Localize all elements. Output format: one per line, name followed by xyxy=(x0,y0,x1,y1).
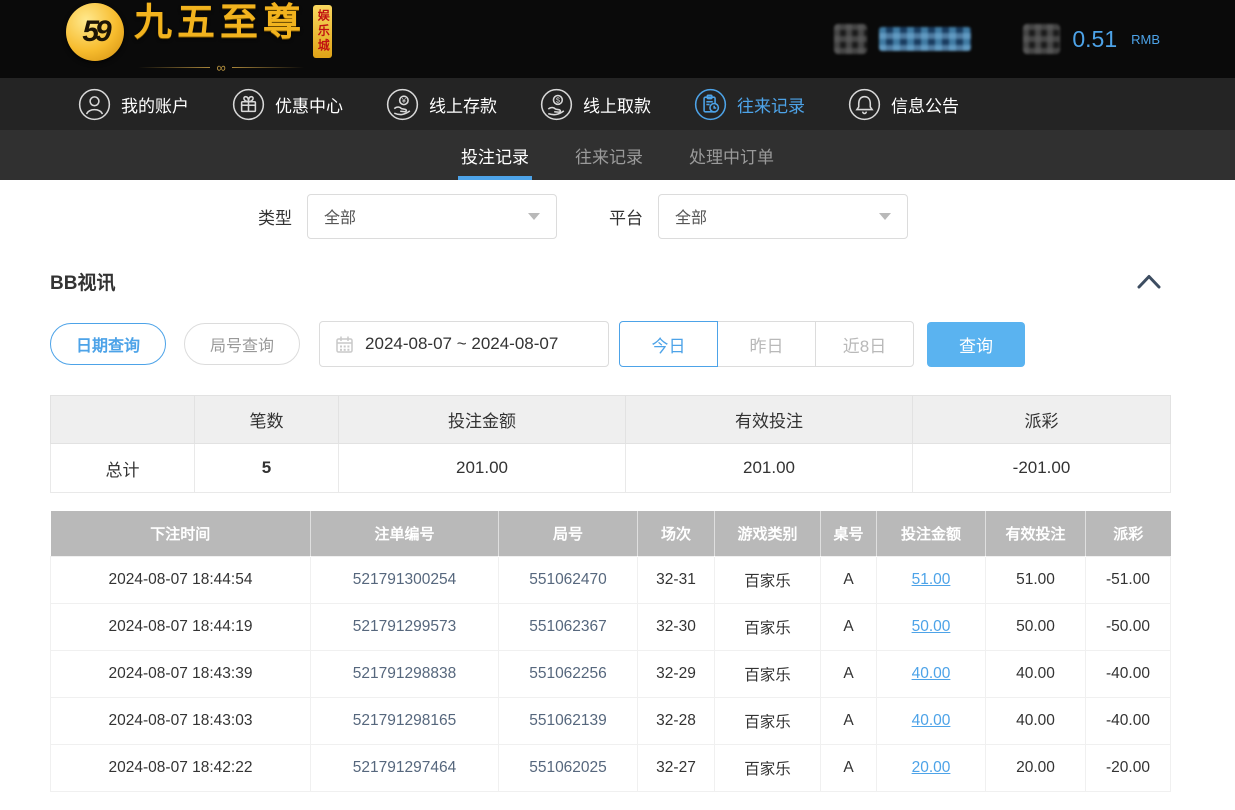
last-8-days-button[interactable]: 近8日 xyxy=(815,321,914,367)
main-nav: 我的账户 优惠中心 ¥ 线上存款 $ 线上取款 往来记录 信息公告 xyxy=(0,78,1235,130)
tab-transaction-records[interactable]: 往来记录 xyxy=(573,130,645,180)
records-icon xyxy=(694,88,727,121)
col-header-payout: 派彩 xyxy=(1086,511,1171,556)
filter-row: 类型 全部 平台 全部 xyxy=(258,193,1235,239)
summary-header-count: 笔数 xyxy=(195,396,339,444)
balance-amount: 0.51 xyxy=(1072,26,1117,53)
gift-icon xyxy=(232,88,265,121)
summary-table: 笔数 投注金额 有效投注 派彩 总计 5 201.00 201.00 -201.… xyxy=(50,395,1171,493)
col-header-round-id: 局号 xyxy=(499,511,638,556)
nav-item-announcements[interactable]: 信息公告 xyxy=(848,88,959,121)
summary-header-row: 笔数 投注金额 有效投注 派彩 xyxy=(51,396,1171,444)
summary-payout: -201.00 xyxy=(913,444,1171,493)
deposit-icon: ¥ xyxy=(386,88,419,121)
chevron-down-icon xyxy=(879,213,891,220)
bet-amount-link[interactable]: 20.00 xyxy=(912,759,951,776)
col-header-session: 场次 xyxy=(638,511,715,556)
collapse-chevron-up-icon[interactable] xyxy=(1137,274,1161,289)
quick-date-group: 今日 昨日 近8日 xyxy=(619,321,914,367)
bet-amount-link[interactable]: 50.00 xyxy=(912,618,951,635)
summary-total-label: 总计 xyxy=(51,444,195,493)
col-header-time: 下注时间 xyxy=(51,511,311,556)
records-header-row: 下注时间 注单编号 局号 场次 游戏类别 桌号 投注金额 有效投注 派彩 xyxy=(51,511,1171,556)
svg-text:$: $ xyxy=(556,95,560,104)
col-header-game: 游戏类别 xyxy=(715,511,821,556)
summary-total-row: 总计 5 201.00 201.00 -201.00 xyxy=(51,444,1171,493)
bell-icon xyxy=(848,88,881,121)
summary-header-empty xyxy=(51,396,195,444)
date-range-input[interactable]: 2024-08-07 ~ 2024-08-07 xyxy=(319,321,609,367)
nav-item-records[interactable]: 往来记录 xyxy=(694,88,805,121)
records-table: 下注时间 注单编号 局号 场次 游戏类别 桌号 投注金额 有效投注 派彩 202… xyxy=(50,511,1171,792)
table-row: 2024-08-07 18:43:39 521791298838 5510622… xyxy=(51,650,1171,697)
balance-display[interactable]: 0.51 RMB xyxy=(1023,24,1160,54)
summary-header-payout: 派彩 xyxy=(913,396,1171,444)
type-filter-label: 类型 xyxy=(258,204,292,229)
summary-valid-bet: 201.00 xyxy=(626,444,913,493)
bet-amount-link[interactable]: 40.00 xyxy=(912,665,951,682)
platform-filter-label: 平台 xyxy=(609,204,643,229)
site-logo[interactable]: 59 九五至尊 娱乐城 ∞ xyxy=(66,3,332,75)
username-redacted xyxy=(879,27,971,51)
withdraw-icon: $ xyxy=(540,88,573,121)
user-icon xyxy=(78,88,111,121)
col-header-bet-id: 注单编号 xyxy=(311,511,499,556)
nav-item-withdraw[interactable]: $ 线上取款 xyxy=(540,88,651,121)
top-header: 59 九五至尊 娱乐城 ∞ 0.51 RMB xyxy=(0,0,1235,78)
search-button[interactable]: 查询 xyxy=(927,322,1025,367)
wallet-icon xyxy=(1023,24,1060,54)
summary-count: 5 xyxy=(195,444,339,493)
logo-flourish-icon: ∞ xyxy=(138,60,304,75)
brand-name: 九五至尊 xyxy=(134,3,306,45)
summary-header-valid-bet: 有效投注 xyxy=(626,396,913,444)
record-tabs: 投注记录 往来记录 处理中订单 xyxy=(0,130,1235,180)
platform-select[interactable]: 全部 xyxy=(658,194,908,239)
date-query-button[interactable]: 日期查询 xyxy=(50,323,166,365)
type-select[interactable]: 全部 xyxy=(307,194,557,239)
brand-badge: 娱乐城 xyxy=(313,5,332,58)
logo-emblem-icon: 59 xyxy=(66,3,124,61)
table-row: 2024-08-07 18:44:54 521791300254 5510624… xyxy=(51,556,1171,603)
section-title: BB视讯 xyxy=(50,268,115,295)
table-row: 2024-08-07 18:42:22 521791297464 5510620… xyxy=(51,744,1171,791)
col-header-valid-bet: 有效投注 xyxy=(986,511,1086,556)
today-button[interactable]: 今日 xyxy=(619,321,718,367)
query-controls: 日期查询 局号查询 2024-08-07 ~ 2024-08-07 今日 昨日 … xyxy=(50,321,1185,367)
user-info[interactable] xyxy=(834,24,971,54)
avatar xyxy=(834,24,867,54)
table-row: 2024-08-07 18:43:03 521791298165 5510621… xyxy=(51,697,1171,744)
round-query-button[interactable]: 局号查询 xyxy=(184,323,300,365)
nav-item-deposit[interactable]: ¥ 线上存款 xyxy=(386,88,497,121)
balance-currency: RMB xyxy=(1131,32,1160,47)
yesterday-button[interactable]: 昨日 xyxy=(717,321,816,367)
summary-bet-amount: 201.00 xyxy=(339,444,626,493)
chevron-down-icon xyxy=(528,213,540,220)
tab-processing-orders[interactable]: 处理中订单 xyxy=(687,130,776,180)
date-range-value: 2024-08-07 ~ 2024-08-07 xyxy=(365,334,558,354)
nav-item-promotions[interactable]: 优惠中心 xyxy=(232,88,343,121)
table-row: 2024-08-07 18:44:19 521791299573 5510623… xyxy=(51,603,1171,650)
bet-amount-link[interactable]: 40.00 xyxy=(912,712,951,729)
calendar-icon xyxy=(335,335,354,354)
bet-amount-link[interactable]: 51.00 xyxy=(912,571,951,588)
tab-betting-records[interactable]: 投注记录 xyxy=(459,130,531,180)
col-header-bet-amount: 投注金额 xyxy=(877,511,986,556)
nav-item-my-account[interactable]: 我的账户 xyxy=(78,88,189,121)
col-header-table: 桌号 xyxy=(821,511,877,556)
summary-header-bet-amount: 投注金额 xyxy=(339,396,626,444)
section-head: BB视讯 xyxy=(50,269,1161,293)
